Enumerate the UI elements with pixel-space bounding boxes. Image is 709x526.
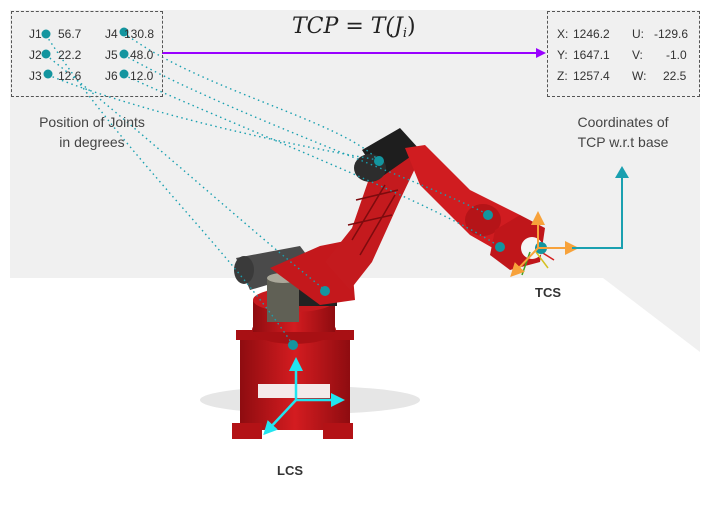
coord-label-w: W:: [632, 69, 647, 83]
coord-label-y: Y:: [557, 48, 568, 62]
coord-value-v: -1.0: [666, 48, 687, 62]
coord-value-z: 1257.4: [573, 69, 610, 83]
joint-name-j4: J4: [105, 27, 118, 41]
coord-value-u: -129.6: [654, 27, 689, 41]
joint-name-j5: J5: [105, 48, 118, 62]
formula-close: ): [407, 14, 416, 39]
coordinates-caption: Coordinates of TCP w.r.t base: [548, 112, 698, 152]
coordinates-caption-line1: Coordinates of: [577, 114, 669, 130]
joint-marker-j1[interactable]: [288, 340, 298, 350]
coord-label-u: U:: [632, 27, 644, 41]
joint-value-j6: 12.0: [130, 69, 154, 83]
coord-value-w: 22.5: [663, 69, 687, 83]
tcs-label: TCS: [535, 285, 561, 300]
joint-marker-j3[interactable]: [374, 156, 384, 166]
coord-value-y: 1647.1: [573, 48, 610, 62]
joint-marker-j5[interactable]: [495, 242, 505, 252]
formula-equals: =: [345, 14, 364, 39]
coord-label-v: V:: [632, 48, 643, 62]
coord-label-x: X:: [557, 27, 569, 41]
formula-fn: T(J: [370, 14, 403, 39]
tcp-formula: TCP = T(Ji): [292, 14, 416, 41]
joint-marker-j4[interactable]: [483, 210, 493, 220]
joint-value-j2: 22.2: [58, 48, 82, 62]
joint-name-j1: J1: [29, 27, 42, 41]
joint-value-j3: 12.6: [58, 69, 82, 83]
coord-label-z: Z:: [557, 69, 568, 83]
joints-caption: Position of Joints in degrees: [12, 112, 172, 152]
joint-value-j1: 56.7: [58, 27, 82, 41]
formula-lhs: TCP: [292, 14, 339, 39]
joint-name-j3: J3: [29, 69, 42, 83]
joints-caption-line1: Position of Joints: [39, 114, 145, 130]
lcs-label: LCS: [277, 463, 303, 478]
joint-marker-j2[interactable]: [320, 286, 330, 296]
joints-caption-line2: in degrees: [59, 134, 125, 150]
coord-value-x: 1246.2: [573, 27, 610, 41]
joint-value-j4: 130.8: [124, 27, 155, 41]
joint-name-j6: J6: [105, 69, 118, 83]
joint-name-j2: J2: [29, 48, 42, 62]
joint-value-j5: 48.0: [130, 48, 154, 62]
robot-kinematics-diagram: TCP = T(Ji) J1 56.7 J2 22.2 J3 12.6 J4 1…: [0, 0, 709, 526]
coordinates-caption-line2: TCP w.r.t base: [577, 134, 669, 150]
